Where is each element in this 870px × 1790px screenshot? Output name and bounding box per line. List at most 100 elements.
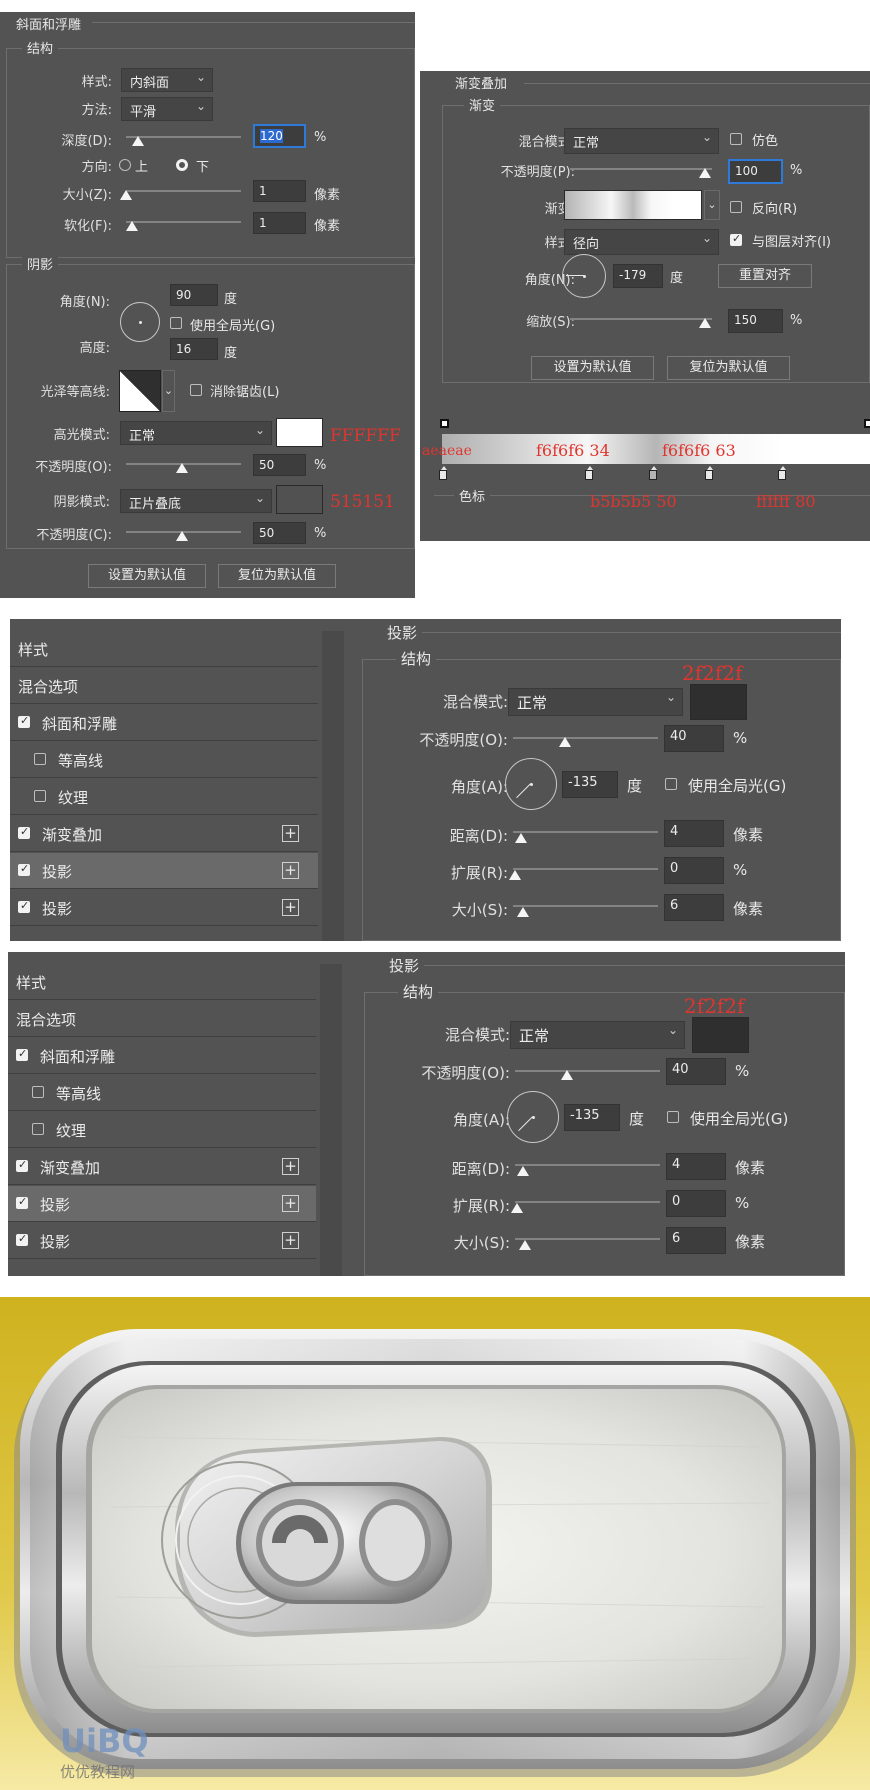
gradient-overlay-item[interactable]: 渐变叠加+ — [8, 1149, 316, 1185]
sh-opacity-input[interactable]: 50 — [253, 522, 306, 544]
shadow-opacity-input[interactable]: 40 — [666, 1058, 726, 1085]
dither-checkbox[interactable] — [730, 133, 742, 145]
color-stop-50[interactable] — [649, 466, 657, 480]
shadow-size-thumb[interactable] — [517, 907, 529, 917]
add-drop-shadow-icon[interactable]: + — [282, 1195, 299, 1212]
spread-thumb[interactable] — [509, 870, 521, 880]
shadow-angle-dial[interactable] — [505, 758, 557, 810]
shadow-blend-select[interactable]: 正常 — [508, 688, 683, 716]
antialias-checkbox[interactable] — [190, 384, 202, 396]
contour-item[interactable]: 等高线 — [8, 1075, 316, 1111]
shadow-blend-select[interactable]: 正常 — [510, 1021, 685, 1049]
bevel-emboss-item[interactable]: 斜面和浮雕 — [8, 1038, 316, 1074]
shadow-opacity-thumb[interactable] — [561, 1070, 573, 1080]
add-drop-shadow-icon[interactable]: + — [282, 899, 299, 916]
gradient-opacity-input[interactable]: 100 — [728, 159, 783, 184]
soften-slider-thumb[interactable] — [126, 221, 138, 231]
gradient-overlay-item[interactable]: 渐变叠加+ — [10, 816, 318, 852]
add-drop-shadow-icon[interactable]: + — [282, 1232, 299, 1249]
align-layer-checkbox[interactable] — [730, 232, 742, 246]
scale-input[interactable]: 150 — [728, 309, 783, 333]
spread-thumb[interactable] — [511, 1203, 523, 1213]
distance-input[interactable]: 4 — [664, 820, 724, 847]
contour-item[interactable]: 等高线 — [10, 742, 318, 778]
direction-down-radio[interactable] — [176, 159, 188, 171]
shadow-opacity-input[interactable]: 40 — [664, 725, 724, 752]
gradient-reset-default-button[interactable]: 复位为默认值 — [667, 356, 790, 380]
direction-up-radio[interactable] — [119, 159, 131, 171]
drop-shadow-item-1[interactable]: 投影+ — [8, 1186, 316, 1222]
shadow-size-input[interactable]: 6 — [666, 1227, 726, 1254]
scale-slider-thumb[interactable] — [699, 318, 711, 328]
size-slider-thumb[interactable] — [120, 190, 132, 200]
soften-label: 软化(F): — [63, 219, 112, 234]
shadow-color-swatch[interactable] — [276, 485, 323, 514]
gradient-overlay-panel: 渐变叠加 渐变 混合模式: 正常 仿色 不透明度(P): 100 % 渐变: ⌄… — [420, 71, 870, 541]
shadow-angle-input[interactable]: -135 — [564, 1104, 620, 1131]
gradient-set-default-button[interactable]: 设置为默认值 — [531, 356, 654, 380]
bevel-set-default-button[interactable]: 设置为默认值 — [88, 564, 206, 588]
shadow-size-thumb[interactable] — [519, 1240, 531, 1250]
gloss-contour-preview[interactable] — [119, 370, 161, 412]
sh-opacity-thumb[interactable] — [176, 531, 188, 541]
shadow-size-input[interactable]: 6 — [664, 894, 724, 921]
bevel-emboss-item[interactable]: 斜面和浮雕 — [10, 705, 318, 741]
distance-thumb[interactable] — [515, 833, 527, 843]
shadow-opacity-thumb[interactable] — [559, 737, 571, 747]
gradient-blend-select[interactable]: 正常 — [564, 128, 719, 154]
use-global-light-checkbox[interactable] — [170, 317, 182, 329]
color-stop-34[interactable] — [585, 466, 593, 480]
spread-input[interactable]: 0 — [666, 1190, 726, 1217]
angle-dial[interactable] — [120, 302, 160, 342]
shadow-global-light-checkbox[interactable] — [667, 1111, 679, 1123]
gloss-contour-dropdown[interactable]: ⌄ — [162, 370, 175, 412]
gradient-dropdown[interactable]: ⌄ — [704, 190, 720, 220]
opacity-stop-left[interactable] — [440, 419, 449, 428]
gradient-style-select[interactable]: 径向 — [564, 229, 719, 255]
shadow-mode-select[interactable]: 正片叠底 — [120, 489, 272, 513]
color-stop-80[interactable] — [778, 466, 786, 480]
shadow-angle-input[interactable]: -135 — [562, 771, 618, 798]
opacity-stop-right[interactable] — [864, 419, 870, 428]
reset-align-button[interactable]: 重置对齐 — [718, 264, 812, 288]
drop-shadow-item-2[interactable]: 投影+ — [10, 890, 318, 926]
hl-opacity-input[interactable]: 50 — [253, 454, 306, 476]
soften-input[interactable]: 1 — [253, 212, 306, 234]
blend-options-item[interactable]: 混合选项 — [8, 1001, 316, 1037]
blend-options-item[interactable]: 混合选项 — [10, 668, 318, 704]
sh-opacity-label: 不透明度(C): — [36, 528, 112, 543]
shadow-color-swatch[interactable] — [692, 1017, 749, 1053]
color-stop-63[interactable] — [705, 466, 713, 480]
angle-input[interactable]: 90 — [170, 284, 218, 306]
gradient-opacity-thumb[interactable] — [699, 168, 711, 178]
highlight-color-swatch[interactable] — [276, 418, 323, 447]
depth-input[interactable]: 120 — [253, 124, 306, 148]
depth-slider-thumb[interactable] — [132, 136, 144, 146]
add-gradient-overlay-icon[interactable]: + — [282, 1158, 299, 1175]
bevel-style-select[interactable]: 内斜面 — [121, 68, 213, 92]
texture-item[interactable]: 纹理 — [10, 779, 318, 815]
shadow-color-swatch[interactable] — [690, 684, 747, 720]
technique-select[interactable]: 平滑 — [121, 97, 213, 121]
reverse-checkbox[interactable] — [730, 201, 742, 213]
texture-item[interactable]: 纹理 — [8, 1112, 316, 1148]
size-input[interactable]: 1 — [253, 180, 306, 202]
gradient-angle-input[interactable]: -179 — [613, 264, 663, 288]
color-stop-0[interactable] — [439, 466, 447, 480]
drop-shadow-item-1[interactable]: 投影+ — [10, 853, 318, 889]
hl-opacity-thumb[interactable] — [176, 463, 188, 473]
bevel-reset-default-button[interactable]: 复位为默认值 — [218, 564, 336, 588]
shadow-global-light-checkbox[interactable] — [665, 778, 677, 790]
gradient-preview[interactable] — [564, 190, 702, 220]
shadow-angle-dial[interactable] — [507, 1091, 559, 1143]
distance-input[interactable]: 4 — [666, 1153, 726, 1180]
spread-input[interactable]: 0 — [664, 857, 724, 884]
add-drop-shadow-icon[interactable]: + — [282, 862, 299, 879]
gradient-angle-dial[interactable] — [562, 254, 606, 298]
altitude-input[interactable]: 16 — [170, 338, 218, 360]
distance-thumb[interactable] — [517, 1166, 529, 1176]
gradient-bar[interactable] — [442, 434, 870, 464]
drop-shadow-item-2[interactable]: 投影+ — [8, 1223, 316, 1259]
highlight-mode-select[interactable]: 正常 — [120, 421, 272, 445]
add-gradient-overlay-icon[interactable]: + — [282, 825, 299, 842]
